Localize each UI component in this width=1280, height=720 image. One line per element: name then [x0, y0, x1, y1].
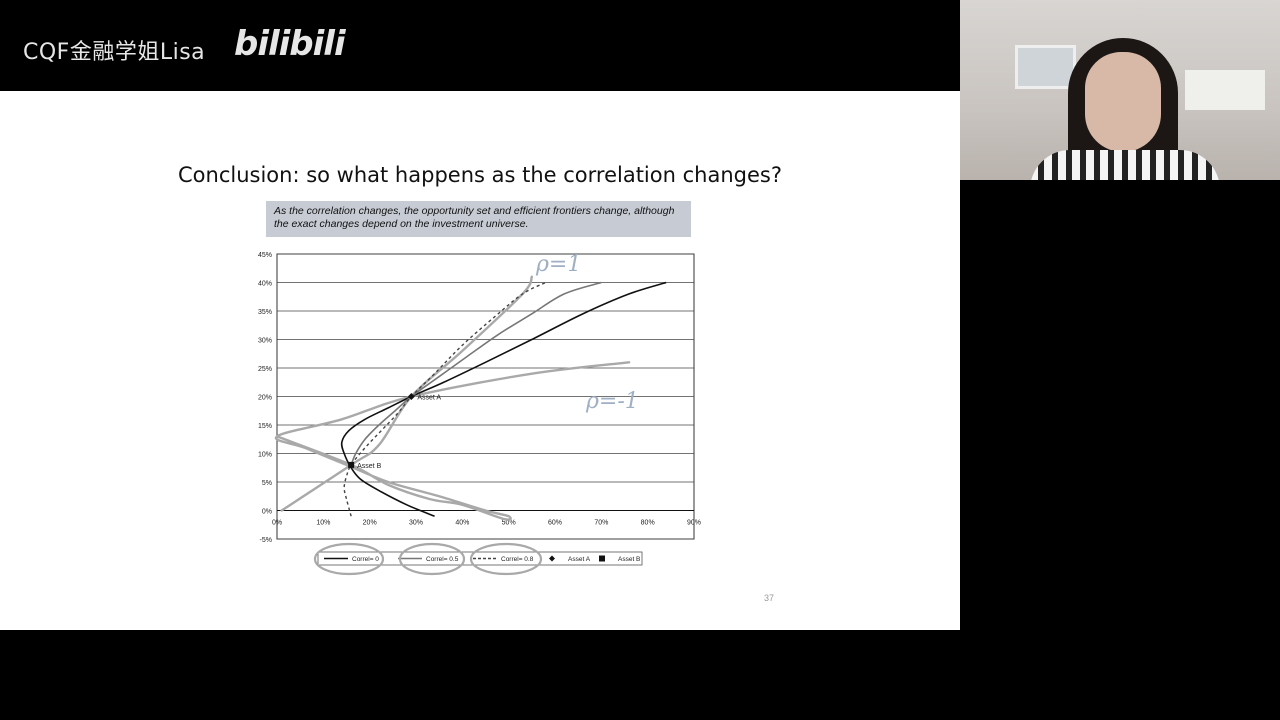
- slide-number: 37: [764, 593, 775, 603]
- asset-b-marker: [348, 461, 355, 468]
- efficient-frontier-chart: 45% 40% 35% 30% 25% 20% 15% 10% 5% 0% -5% 0% 10% 20% 3…: [258, 252, 701, 576]
- background-shelf: [1185, 70, 1265, 110]
- legend-swatch: [599, 555, 605, 562]
- rho-annotation: ρ=-1: [585, 389, 639, 414]
- x-tick-label: 30%: [409, 520, 423, 527]
- y-tick-label: 5%: [262, 480, 272, 487]
- y-tick-label: 35%: [258, 309, 272, 316]
- y-tick-label: 25%: [258, 366, 272, 373]
- presentation-slide: Conclusion: so what happens as the corre…: [0, 91, 960, 630]
- y-tick-label: 20%: [258, 395, 272, 402]
- x-tick-label: 10%: [316, 520, 330, 527]
- x-tick-label: 0%: [272, 520, 282, 527]
- x-tick-label: 70%: [594, 520, 608, 527]
- bilibili-logo: bilibili: [234, 24, 346, 64]
- presenter-shirt: [1030, 150, 1220, 180]
- presenter-webcam: [960, 0, 1280, 180]
- legend-label: Correl= 0.8: [501, 556, 534, 563]
- legend-label: Asset B: [618, 556, 640, 563]
- rho-annotation: ρ=1: [535, 252, 581, 277]
- y-tick-label: -5%: [260, 537, 272, 544]
- marker-label: Asset A: [417, 395, 441, 402]
- channel-title: CQF金融学姐Lisa: [23, 40, 206, 65]
- x-tick-label: 40%: [455, 520, 469, 527]
- marker-label: Asset B: [357, 463, 381, 470]
- x-tick-label: 90%: [687, 520, 701, 527]
- presenter-face: [1085, 52, 1161, 152]
- video-header: CQF金融学姐Lisa bilibili: [0, 0, 960, 91]
- x-tick-label: 80%: [641, 520, 655, 527]
- legend-label: Correl= 0: [352, 556, 379, 563]
- y-tick-label: 10%: [258, 452, 272, 459]
- y-tick-label: 45%: [258, 252, 272, 259]
- wall-picture: [1015, 45, 1076, 89]
- y-tick-label: 40%: [258, 281, 272, 288]
- x-tick-label: 60%: [548, 520, 562, 527]
- x-tick-label: 20%: [363, 520, 377, 527]
- y-tick-label: 30%: [258, 338, 272, 345]
- legend-label: Asset A: [568, 556, 591, 563]
- y-tick-label: 15%: [258, 423, 272, 430]
- legend-label: Correl= 0.5: [426, 556, 459, 563]
- y-tick-label: 0%: [262, 509, 272, 516]
